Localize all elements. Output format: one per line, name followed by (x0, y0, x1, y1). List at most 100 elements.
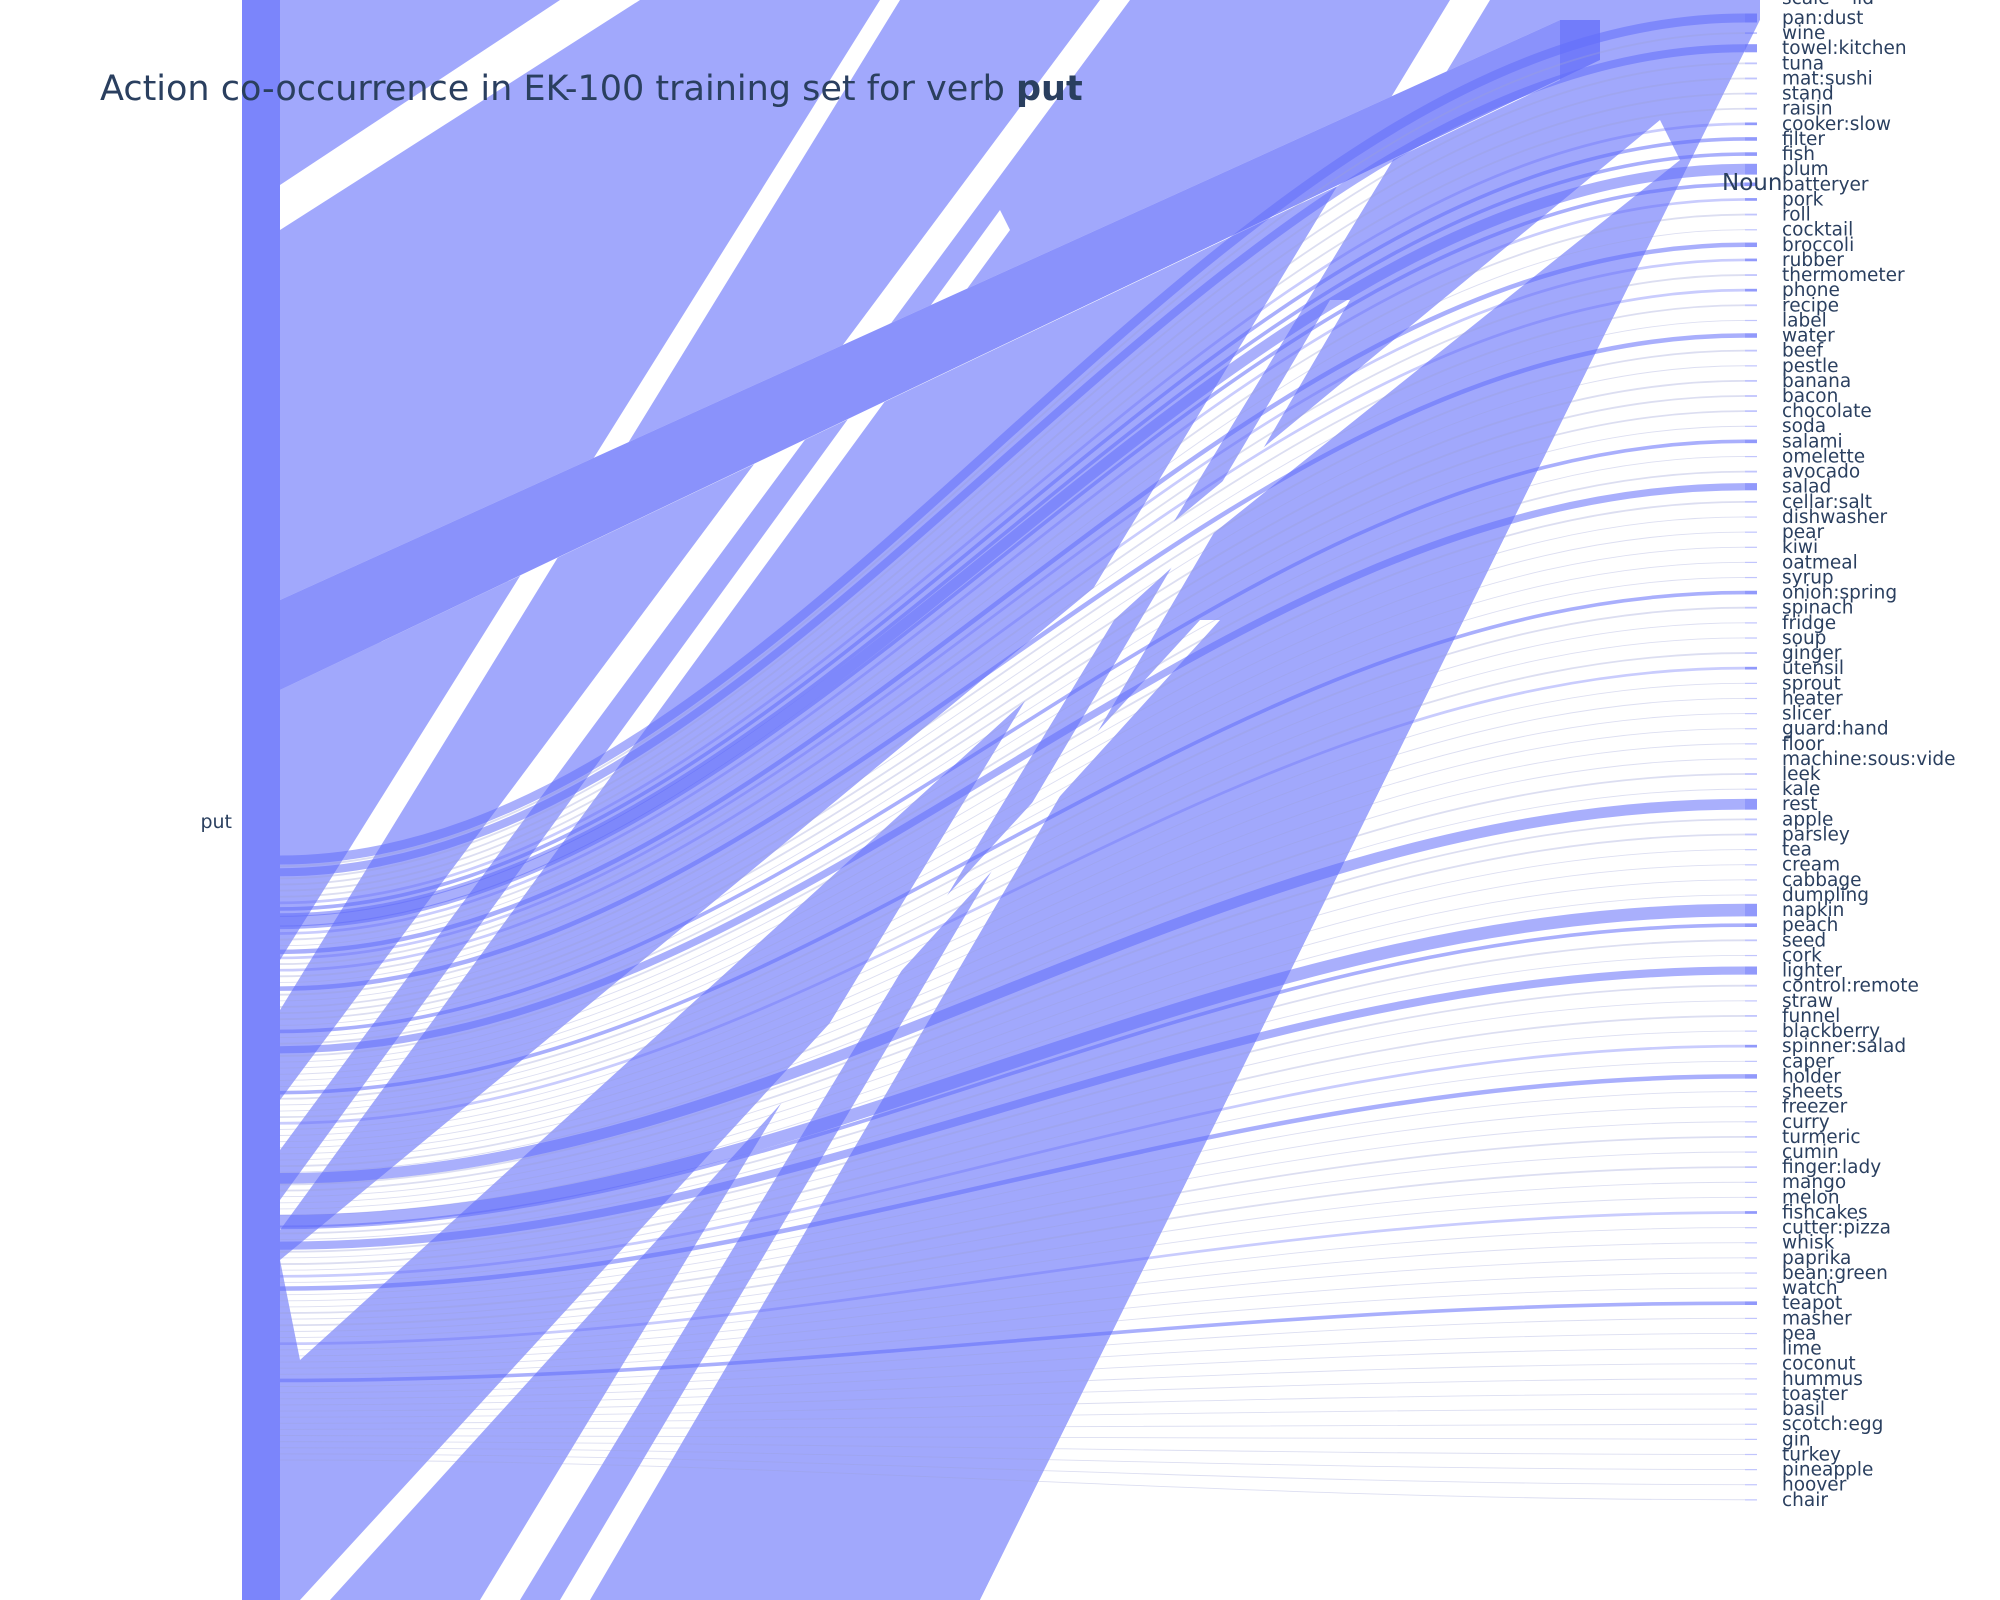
noun-bar-hoover (1745, 1484, 1757, 1486)
noun-dimension-label: Noun (1722, 170, 1782, 196)
noun-bar-cream (1745, 864, 1757, 866)
noun-bar-pork (1745, 198, 1757, 201)
noun-bar-wine (1745, 32, 1757, 35)
noun-bar-filter (1745, 137, 1757, 141)
parallel-categories-chart: pan:dustwinetowel:kitchentunamat:sushist… (100, 0, 1956, 1600)
noun-bar-seed (1745, 939, 1757, 942)
noun-bar-chair (1745, 1499, 1757, 1501)
noun-bar-water (1745, 333, 1757, 338)
noun-bar-salami (1745, 439, 1757, 444)
noun-bar-curry (1745, 1121, 1757, 1123)
noun-bar-guard-hand (1745, 728, 1757, 730)
noun-bar-sheets (1745, 1091, 1757, 1093)
noun-bar-hummus (1745, 1378, 1757, 1380)
noun-bar-toaster (1745, 1393, 1757, 1395)
noun-bar-mango (1745, 1181, 1757, 1183)
noun-bar-spinner-salad (1745, 1044, 1757, 1048)
noun-bar-ginger (1745, 652, 1757, 654)
noun-bar-peach (1745, 923, 1757, 927)
noun-label-clipped: scale (1782, 0, 1830, 9)
noun-bar-scotch-egg (1745, 1423, 1757, 1425)
noun-bar-oatmeal (1745, 561, 1757, 564)
noun-bar-soup (1745, 637, 1757, 639)
chart-title: Action co-occurrence in EK-100 training … (100, 69, 1083, 109)
noun-bar-fridge (1745, 622, 1757, 624)
noun-bar-lime (1745, 1348, 1757, 1350)
noun-bar-pea (1745, 1332, 1757, 1335)
noun-bar-finger-lady (1745, 1166, 1757, 1169)
noun-bar-floor (1745, 743, 1757, 745)
noun-bar-soda (1745, 425, 1757, 427)
noun-bar-straw (1745, 1000, 1757, 1002)
noun-bar-coconut (1745, 1363, 1757, 1365)
noun-bar-watch (1745, 1287, 1757, 1289)
noun-bar-kiwi (1745, 546, 1757, 548)
noun-bar-pineapple (1745, 1469, 1757, 1471)
chart-title-text: Action co-occurrence in EK-100 training … (100, 69, 1016, 109)
noun-bar-funnel (1745, 1015, 1757, 1017)
noun-bar-dishwasher (1745, 516, 1757, 518)
noun-bar-cabbage (1745, 879, 1757, 881)
noun-bar-turmeric (1745, 1135, 1757, 1138)
noun-bar-fishcakes (1745, 1211, 1757, 1214)
noun-bar-beef (1745, 349, 1757, 352)
noun-bar-chocolate (1745, 410, 1757, 413)
noun-bar-apple (1745, 818, 1757, 821)
noun-bar-omelette (1745, 455, 1757, 458)
source-bar-put (242, 0, 280, 1600)
noun-bar-salad (1745, 483, 1757, 491)
noun-bar-melon (1745, 1196, 1757, 1199)
noun-bar-turkey (1745, 1453, 1757, 1456)
noun-bar-kale (1745, 788, 1757, 790)
noun-bar-cumin (1745, 1151, 1757, 1153)
noun-bar-napkin (1745, 903, 1757, 917)
noun-bar-teapot (1745, 1301, 1757, 1305)
noun-bar-machine-sous-vide (1745, 758, 1757, 760)
noun-bar-stand (1745, 92, 1757, 95)
noun-bar-holder (1745, 1074, 1757, 1079)
noun-bar-cutter-pizza (1745, 1227, 1757, 1229)
noun-bar-gin (1745, 1438, 1757, 1440)
noun-bar-freezer (1745, 1106, 1757, 1108)
source-category-label: put (200, 811, 232, 833)
noun-bar-masher (1745, 1317, 1757, 1320)
noun-bar-rest (1745, 798, 1757, 810)
noun-bar-banana (1745, 379, 1757, 382)
noun-bar-caper (1745, 1060, 1757, 1062)
noun-bar-heater (1745, 697, 1757, 700)
noun-bar-recipe (1745, 304, 1757, 307)
noun-bar-bacon (1745, 395, 1757, 397)
noun-bar-parsley (1745, 833, 1757, 836)
noun-bar-avocado (1745, 470, 1757, 473)
noun-bar-thermometer (1745, 274, 1757, 276)
noun-bar-spinach (1745, 606, 1757, 609)
noun-bar-raisin (1745, 107, 1757, 110)
noun-bar-dumpling (1745, 894, 1757, 896)
noun-bar-tuna (1745, 62, 1757, 65)
noun-bar-basil (1745, 1408, 1757, 1410)
noun-bar-pan-dust (1745, 13, 1757, 23)
noun-bar-tea (1745, 849, 1757, 851)
noun-bar-paprika (1745, 1257, 1757, 1259)
chart-title-verb: put (1016, 69, 1083, 109)
noun-bar-pear (1745, 531, 1757, 533)
noun-bar-towel-kitchen (1745, 44, 1757, 53)
noun-bar-syrup (1745, 576, 1757, 579)
noun-bar-mat-sushi (1745, 77, 1757, 80)
noun-bar-fish (1745, 152, 1757, 156)
noun-bar-control-remote (1745, 984, 1757, 987)
noun-bar-cooker-slow (1745, 122, 1757, 126)
noun-bar-bean-green (1745, 1272, 1757, 1274)
noun-bar-rubber (1745, 258, 1757, 262)
noun-labels: pan:dustwinetowel:kitchentunamat:sushist… (1782, 0, 1956, 1511)
noun-bar-sprout (1745, 682, 1757, 684)
noun-bar-pestle (1745, 365, 1757, 367)
noun-bar-whisk (1745, 1242, 1757, 1244)
noun-bar-cocktail (1745, 229, 1757, 231)
noun-bar-cellar-salt (1745, 500, 1757, 503)
noun-bar-phone (1745, 288, 1757, 292)
noun-bar-broccoli (1745, 242, 1757, 248)
noun-bar-slicer (1745, 713, 1757, 715)
source-category-bar (242, 0, 280, 1600)
noun-label: chair (1782, 1490, 1828, 1511)
